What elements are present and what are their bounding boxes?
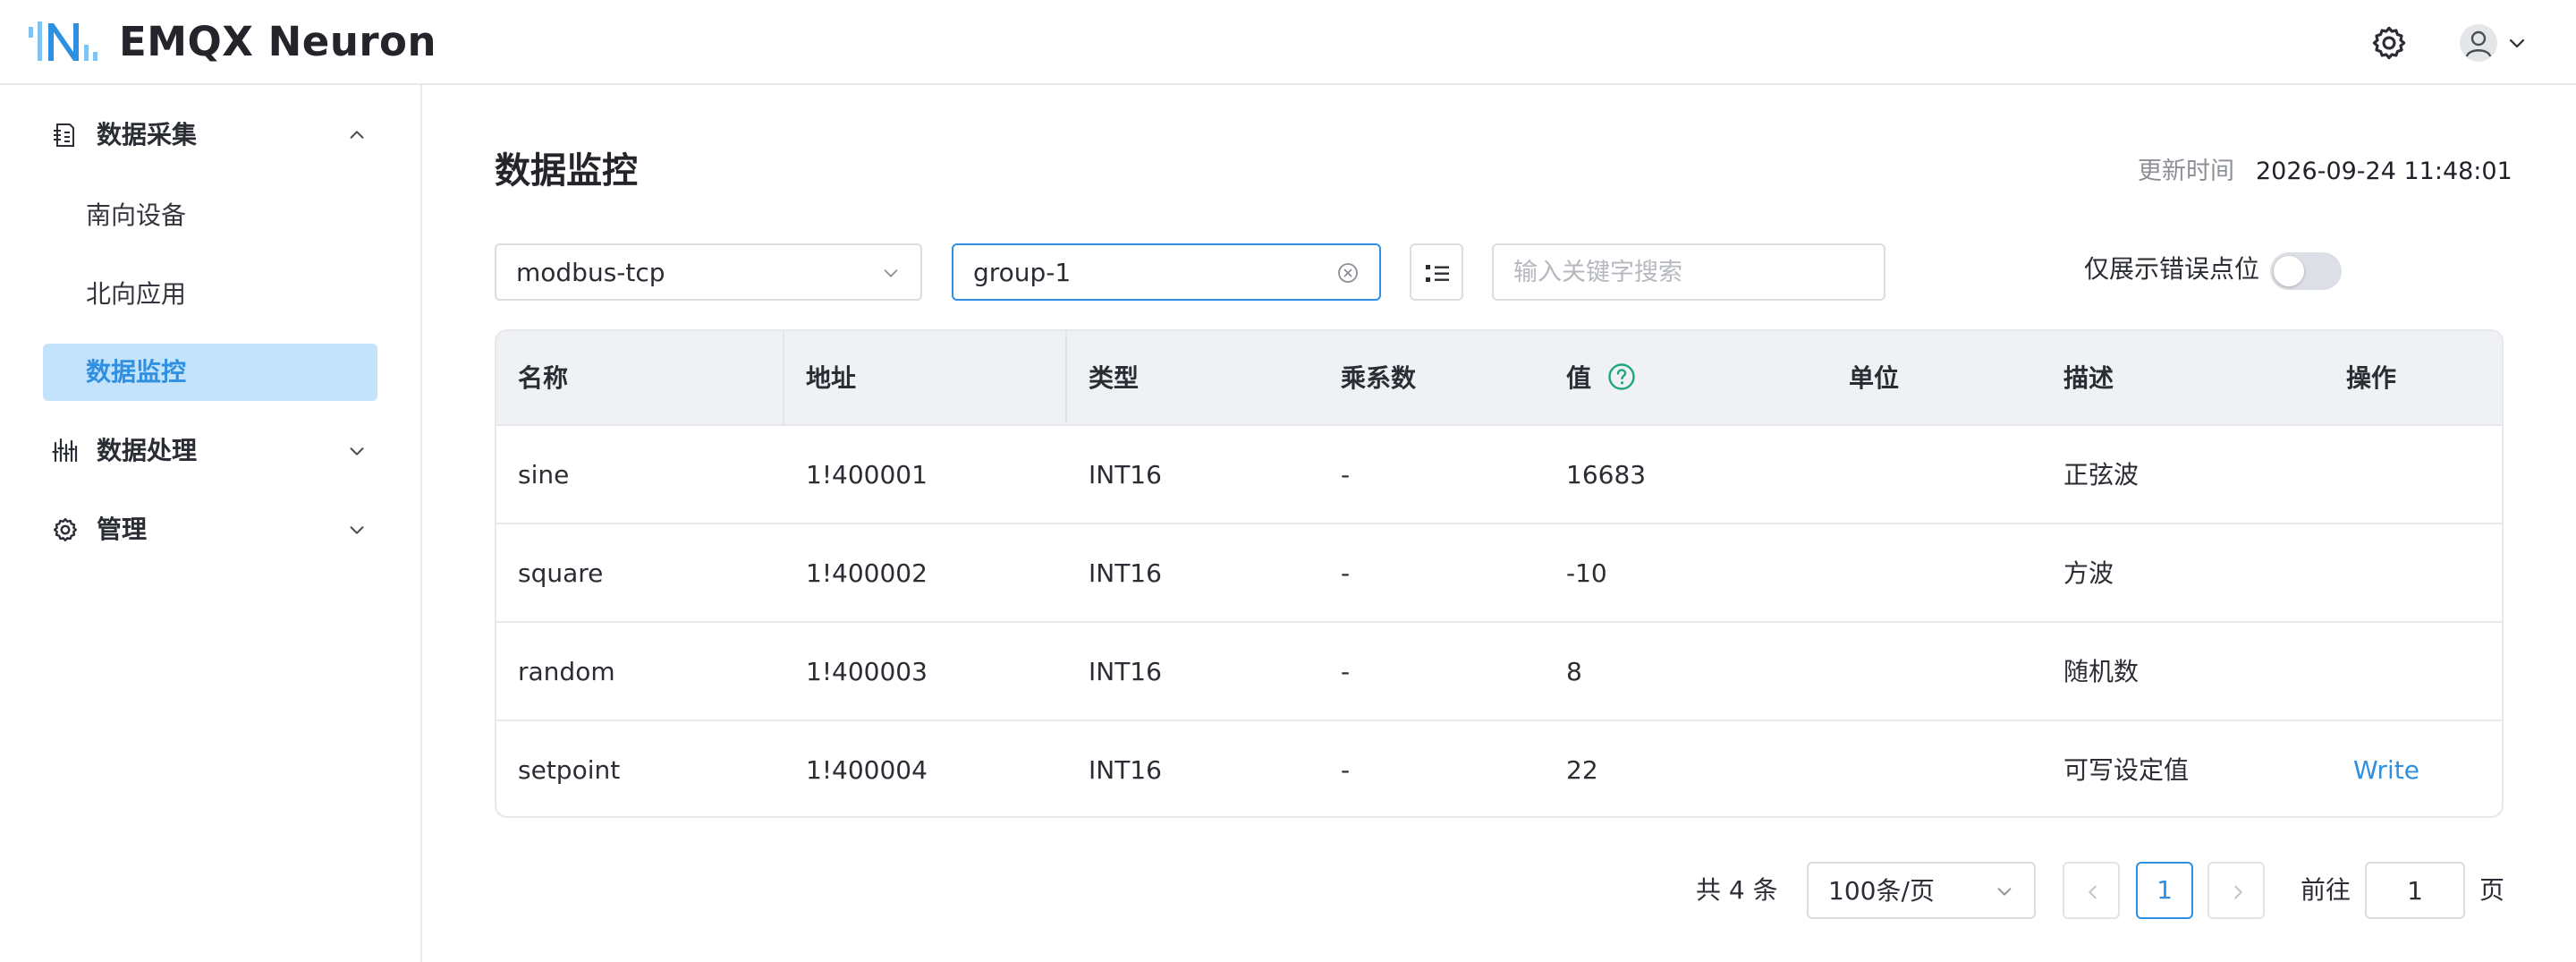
user-menu-chevron-down-icon[interactable] [2506, 32, 2528, 54]
cell-address: 1!400004 [806, 755, 928, 785]
sidebar: 数据采集 南向设备 北向应用 数据监控 数据处理 管理 [0, 85, 422, 962]
cell-value: -10 [1566, 558, 1607, 588]
sidebar-item-label: 北向应用 [86, 279, 187, 309]
column-separator [783, 331, 784, 426]
goto-label: 前往 [2301, 875, 2351, 905]
settings-gear-icon[interactable] [2370, 24, 2408, 62]
gear-icon [53, 517, 78, 542]
cell-type: INT16 [1089, 755, 1162, 785]
sidebar-group-label: 管理 [97, 515, 148, 544]
keyword-search-input[interactable] [1492, 243, 1885, 301]
column-header-value: 值 [1566, 331, 1636, 426]
node-select[interactable]: modbus-tcp [495, 243, 922, 301]
cell-name: sine [518, 460, 570, 490]
page-title: 数据监控 [495, 150, 638, 192]
cell-address: 1!400002 [806, 558, 928, 588]
list-view-button[interactable] [1410, 243, 1463, 301]
user-avatar[interactable] [2460, 24, 2497, 62]
data-process-icon [52, 438, 78, 463]
page-number-current[interactable]: 1 [2136, 862, 2193, 919]
cell-value: 16683 [1566, 460, 1647, 490]
only-errors-label: 仅展示错误点位 [2084, 254, 2260, 284]
table-row: square 1!400002 INT16 - -10 方波 [496, 524, 2502, 623]
chevron-down-icon [350, 447, 364, 455]
data-table: 名称 地址 类型 乘系数 值 单位 描述 操作 sine 1!400001 IN… [495, 329, 2504, 818]
neuron-logo-icon [29, 21, 97, 61]
node-select-value: modbus-tcp [516, 258, 665, 287]
table-row: random 1!400003 INT16 - 8 随机数 [496, 623, 2502, 721]
cell-type: INT16 [1089, 657, 1162, 686]
column-header-type: 类型 [1089, 363, 1140, 393]
list-icon [1426, 265, 1449, 282]
chevron-up-icon [350, 131, 364, 139]
help-circle-icon[interactable] [1607, 362, 1636, 391]
sidebar-item-data-monitoring[interactable]: 数据监控 [43, 344, 377, 401]
cell-description: 可写设定值 [2063, 755, 2190, 785]
update-time-value: 2026-09-24 11:48:01 [2256, 157, 2512, 185]
cell-name: random [518, 657, 615, 686]
pagination-total: 共 4 条 [1696, 875, 1778, 905]
table-row: setpoint 1!400004 INT16 - 22 可写设定值 Write [496, 721, 2502, 816]
sidebar-item-south-devices[interactable]: 南向设备 [43, 187, 377, 244]
cell-description: 正弦波 [2063, 460, 2140, 490]
sidebar-group-data-collect[interactable]: 数据采集 [43, 107, 379, 161]
chevron-left-icon [2089, 885, 2097, 899]
top-header: EMQX Neuron [0, 0, 2576, 85]
column-header-value-label: 值 [1566, 363, 1592, 393]
sidebar-item-north-apps[interactable]: 北向应用 [43, 266, 377, 323]
goto-unit: 页 [2479, 875, 2505, 905]
cell-name: square [518, 558, 604, 588]
update-time-label: 更新时间 [2138, 157, 2234, 185]
column-header-unit: 单位 [1849, 363, 1900, 393]
sidebar-group-label: 数据处理 [97, 436, 198, 465]
user-avatar-icon [2465, 30, 2492, 57]
goto-page-input[interactable] [2365, 862, 2465, 919]
prev-page-button[interactable] [2063, 862, 2120, 919]
cell-decimal: - [1341, 558, 1351, 588]
column-separator [1065, 331, 1067, 426]
column-header-description: 描述 [2063, 363, 2114, 393]
cell-decimal: - [1341, 657, 1351, 686]
next-page-button[interactable] [2207, 862, 2265, 919]
data-collect-icon [54, 123, 74, 147]
cell-description: 方波 [2063, 558, 2114, 588]
chevron-down-icon [350, 526, 364, 534]
cell-decimal: - [1341, 460, 1351, 490]
column-header-decimal: 乘系数 [1341, 363, 1417, 393]
chevron-down-icon [884, 269, 898, 277]
sidebar-group-label: 数据采集 [97, 120, 198, 149]
column-header-name: 名称 [518, 363, 569, 393]
group-select[interactable]: group-1 [952, 243, 1381, 301]
table-header: 名称 地址 类型 乘系数 值 单位 描述 操作 [496, 331, 2502, 426]
sidebar-group-management[interactable]: 管理 [43, 502, 379, 556]
cell-address: 1!400001 [806, 460, 928, 490]
cell-decimal: - [1341, 755, 1351, 785]
cell-value: 22 [1566, 755, 1598, 785]
column-header-actions: 操作 [2346, 363, 2397, 393]
only-errors-toggle[interactable] [2270, 252, 2342, 290]
column-header-address: 地址 [806, 363, 857, 393]
clear-circle-icon[interactable] [1336, 261, 1360, 285]
chevron-right-icon [2234, 885, 2242, 899]
cell-description: 随机数 [2063, 657, 2140, 686]
cell-type: INT16 [1089, 558, 1162, 588]
sidebar-item-label: 南向设备 [86, 200, 187, 230]
write-link[interactable]: Write [2353, 721, 2419, 816]
cell-address: 1!400003 [806, 657, 928, 686]
group-select-value: group-1 [973, 258, 1072, 287]
cell-name: setpoint [518, 755, 621, 785]
sidebar-group-data-process[interactable]: 数据处理 [43, 423, 379, 477]
page-size-value: 100条/页 [1828, 876, 1935, 906]
page-size-select[interactable]: 100条/页 [1807, 862, 2036, 919]
toggle-knob [2274, 256, 2304, 286]
table-row: sine 1!400001 INT16 - 16683 正弦波 [496, 426, 2502, 524]
cell-type: INT16 [1089, 460, 1162, 490]
chevron-down-icon [1997, 888, 2012, 896]
cell-value: 8 [1566, 657, 1582, 686]
brand-name: EMQX Neuron [119, 18, 436, 65]
sidebar-item-label: 数据监控 [86, 357, 187, 387]
